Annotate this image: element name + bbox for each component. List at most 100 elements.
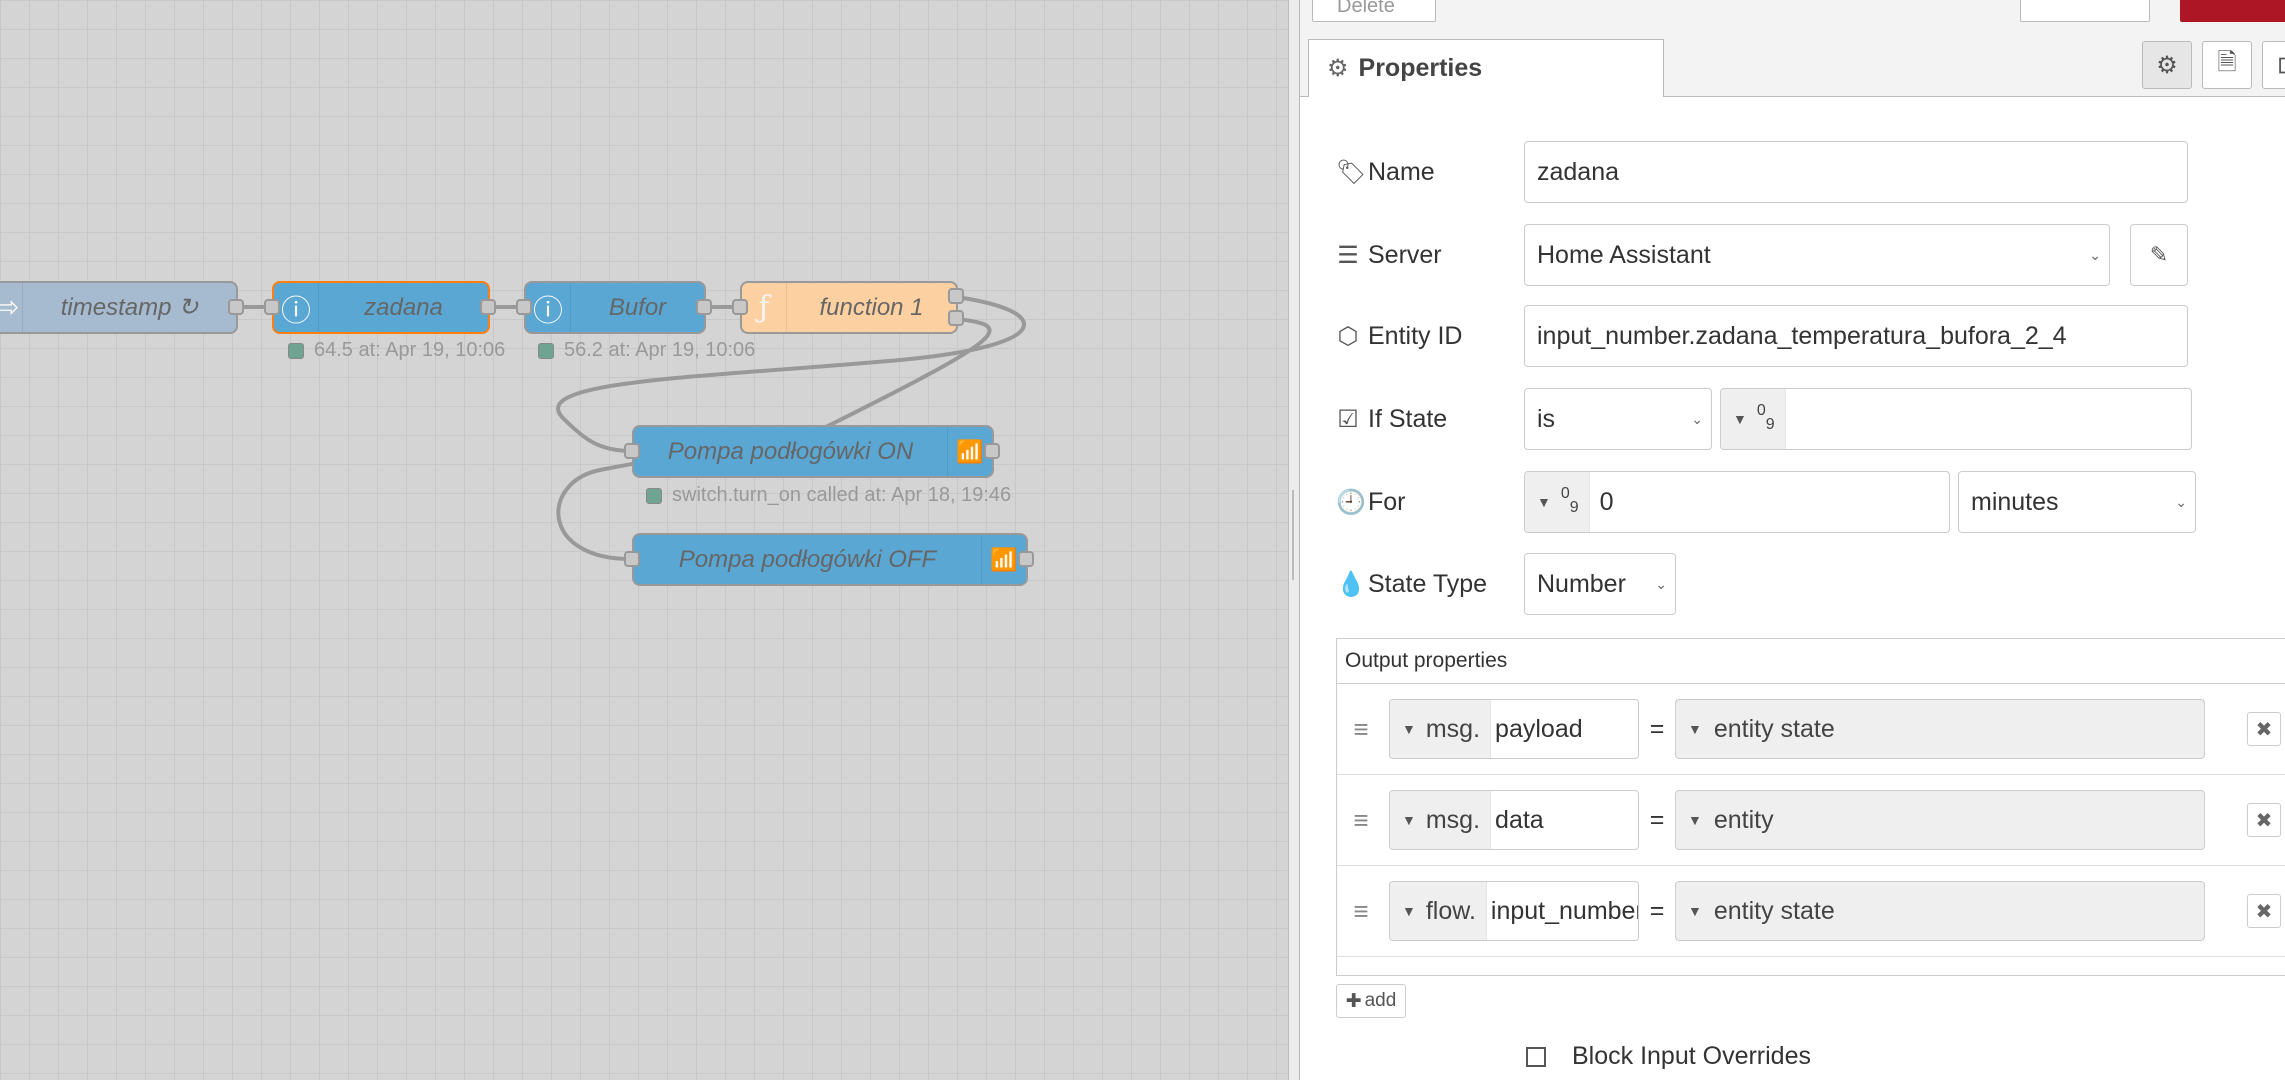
output-property-prefix: msg. <box>1425 714 1481 743</box>
node-pompa-off[interactable]: Pompa podłogówki OFF 📶 <box>632 533 1028 586</box>
state-type-label-text: State Type <box>1368 569 1488 598</box>
output-property-input[interactable]: ▼ msg. data <box>1389 790 1639 850</box>
checkbox-icon: ☑ <box>1337 405 1359 433</box>
output-property-value-select[interactable]: ▼ entity state <box>1675 881 2205 941</box>
node-zadana[interactable]: ⓘ zadana <box>272 281 490 334</box>
drag-handle-icon[interactable]: ≡ <box>1349 714 1373 745</box>
drag-handle-icon[interactable]: ≡ <box>1349 805 1373 836</box>
gear-icon[interactable]: ⚙ <box>2142 41 2192 89</box>
delete-button-label: Delete <box>1337 0 1395 17</box>
delete-button[interactable]: Delete <box>1312 0 1436 22</box>
drag-handle-icon[interactable]: ≡ <box>1349 896 1373 927</box>
if-state-type-button[interactable]: ▼ 09 <box>1721 389 1786 449</box>
node-bufor[interactable]: ⓘ Bufor <box>524 281 706 334</box>
remove-row-button[interactable]: ✖ <box>2247 803 2281 837</box>
node-zadana-label: zadana <box>364 293 443 321</box>
entity-id-input-value: input_number.zadana_temperatura_bufora_2… <box>1537 321 2067 350</box>
clock-icon: 🕘 <box>1336 488 1366 516</box>
server-select[interactable]: Home Assistant ⌄ <box>1524 224 2110 286</box>
node-pompa-off-input-port[interactable] <box>624 551 640 567</box>
caret-down-icon: ▼ <box>1688 812 1702 828</box>
output-property-type-button[interactable]: ▼ flow. <box>1390 882 1487 940</box>
if-state-value-input[interactable]: ▼ 09 <box>1720 388 2192 450</box>
entity-id-label-text: Entity ID <box>1368 321 1463 350</box>
add-button-label: add <box>1364 990 1397 1011</box>
for-unit-select[interactable]: minutes ⌄ <box>1958 471 2196 533</box>
output-property-value-select[interactable]: ▼ entity <box>1675 790 2205 850</box>
node-pompa-on-status-text: switch.turn_on called at: Apr 18, 19:46 <box>672 484 1012 506</box>
node-zadana-status-text: 64.5 at: Apr 19, 10:06 <box>314 339 506 361</box>
node-function-1[interactable]: ƒ function 1 <box>740 281 958 334</box>
output-property-input[interactable]: ▼ msg. payload <box>1389 699 1639 759</box>
cancel-button[interactable] <box>2020 0 2150 22</box>
output-property-prefix: msg. <box>1425 805 1481 834</box>
if-state-operator-select[interactable]: is ⌄ <box>1524 388 1712 450</box>
output-property-value-select[interactable]: ▼ entity state <box>1675 699 2205 759</box>
field-label-name: 🏷 Name <box>1336 158 1524 187</box>
node-timestamp[interactable]: ⇨ timestamp ↻ <box>0 281 238 334</box>
entity-id-input[interactable]: input_number.zadana_temperatura_bufora_2… <box>1524 305 2188 367</box>
output-property-row: ≡ ▼ flow. input_number = ▼ entity state … <box>1337 866 2285 957</box>
output-property-row: ≡ ▼ msg. payload = ▼ entity state ✖ <box>1337 684 2285 775</box>
node-zadana-status: 64.5 at: Apr 19, 10:06 <box>288 339 505 362</box>
node-zadana-output-port[interactable] <box>480 299 496 315</box>
field-label-for: 🕘 For <box>1336 488 1524 517</box>
add-output-property-button[interactable]: ✚ add <box>1336 984 1406 1018</box>
field-row-if-state: ☑ If State is ⌄ ▼ 09 <box>1336 388 2192 450</box>
arrow-right-icon: ⇨ <box>0 283 23 332</box>
caret-down-icon: ▼ <box>1402 812 1416 828</box>
status-dot <box>646 487 662 504</box>
info-icon: ⓘ <box>526 283 571 332</box>
node-function-output-port-2[interactable] <box>948 310 964 326</box>
divider-grip[interactable] <box>1292 490 1298 580</box>
caret-down-icon: ▼ <box>1688 721 1702 737</box>
node-pompa-on-output-port[interactable] <box>984 443 1000 459</box>
if-state-operator-value: is <box>1537 404 1556 433</box>
node-bufor-status-text: 56.2 at: Apr 19, 10:06 <box>564 339 756 361</box>
editor-tabs: ⚙ Properties ⚙ 🗎 ⊡ <box>1300 33 2285 97</box>
node-bufor-output-port[interactable] <box>696 299 712 315</box>
tag-icon: 🏷 <box>1336 158 1367 186</box>
server-select-value: Home Assistant <box>1537 240 1711 269</box>
document-icon[interactable]: 🗎 <box>2202 41 2252 89</box>
close-icon: ✖ <box>2255 809 2273 832</box>
gear-icon: ⚙ <box>1327 55 1349 82</box>
remove-row-button[interactable]: ✖ <box>2247 712 2281 746</box>
output-property-name: input_number <box>1490 896 1639 925</box>
for-type-button[interactable]: ▼ 09 <box>1525 472 1590 532</box>
tab-properties[interactable]: ⚙ Properties <box>1308 39 1664 97</box>
panel-resize-divider[interactable] <box>1288 0 1300 1080</box>
node-function-label: function 1 <box>819 293 924 321</box>
remove-row-button[interactable]: ✖ <box>2247 894 2281 928</box>
chevron-down-icon: ⌄ <box>2175 494 2187 510</box>
node-timestamp-output-port[interactable] <box>228 299 244 315</box>
frame-icon[interactable]: ⊡ <box>2262 41 2285 89</box>
node-zadana-input-port[interactable] <box>264 299 280 315</box>
node-function-output-port-1[interactable] <box>948 288 964 304</box>
output-property-value: entity state <box>1713 714 1835 743</box>
node-function-input-port[interactable] <box>732 299 748 315</box>
block-input-overrides-checkbox[interactable] <box>1526 1046 1546 1067</box>
node-bufor-input-port[interactable] <box>516 299 532 315</box>
name-label-text: Name <box>1368 157 1435 186</box>
output-property-value: entity <box>1713 805 1774 834</box>
flow-workspace[interactable]: ⇨ timestamp ↻ ⓘ zadana 64.5 at: Apr 19, … <box>0 0 1288 1080</box>
edit-server-button[interactable]: ✎ <box>2130 224 2188 286</box>
if-state-label-text: If State <box>1368 404 1448 433</box>
output-property-input[interactable]: ▼ flow. input_number <box>1389 881 1639 941</box>
output-property-type-button[interactable]: ▼ msg. <box>1390 700 1492 758</box>
field-row-entity-id: ⬡ Entity ID input_number.zadana_temperat… <box>1336 305 2188 367</box>
done-button[interactable] <box>2180 0 2285 22</box>
pencil-icon: ✎ <box>2149 242 2169 267</box>
info-icon: ⓘ <box>274 283 319 332</box>
field-label-entity-id: ⬡ Entity ID <box>1336 322 1524 351</box>
for-value-input[interactable]: ▼ 09 0 <box>1524 471 1950 533</box>
output-property-type-button[interactable]: ▼ msg. <box>1390 791 1492 849</box>
node-pompa-on[interactable]: Pompa podłogówki ON 📶 <box>632 425 994 478</box>
name-input[interactable]: zadana <box>1524 141 2188 203</box>
caret-down-icon: ▼ <box>1733 411 1747 427</box>
state-type-select[interactable]: Number ⌄ <box>1524 553 1676 615</box>
node-pompa-off-output-port[interactable] <box>1018 551 1034 567</box>
editor-toolbar: Delete <box>1300 0 2285 34</box>
node-pompa-on-input-port[interactable] <box>624 443 640 459</box>
